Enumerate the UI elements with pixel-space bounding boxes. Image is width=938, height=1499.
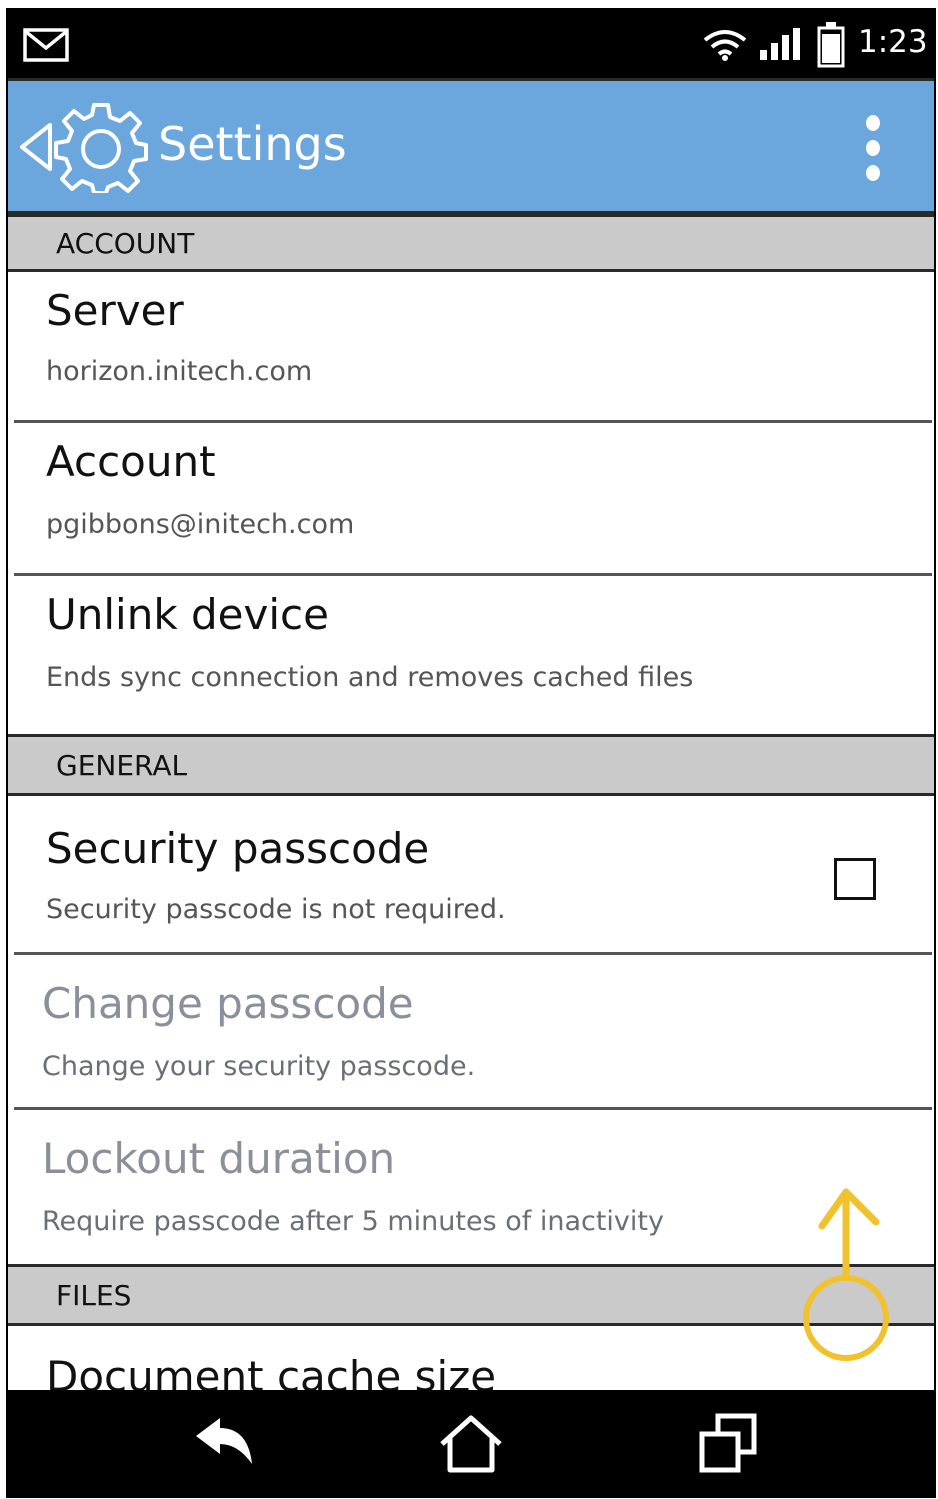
item-summary: horizon.initech.com (46, 356, 313, 387)
app-bar: Settings (8, 78, 934, 214)
gear-icon (54, 103, 148, 193)
navigation-bar (6, 1390, 936, 1498)
recents-icon[interactable] (694, 1412, 764, 1476)
status-time: 1:23 (858, 24, 928, 60)
settings-item-security-passcode[interactable]: Security passcode Security passcode is n… (8, 796, 934, 952)
settings-item-lockout-duration: Lockout duration Require passcode after … (8, 1110, 934, 1264)
mail-icon (23, 28, 69, 62)
settings-item-unlink-device[interactable]: Unlink device Ends sync connection and r… (8, 576, 934, 734)
section-header-account: ACCOUNT (8, 214, 934, 272)
overflow-menu-icon[interactable] (858, 113, 888, 183)
item-summary: Change your security passcode. (42, 1051, 476, 1082)
item-title: Lockout duration (42, 1134, 396, 1183)
item-title: Document cache size (46, 1352, 497, 1390)
status-bar: 1:23 (6, 8, 936, 78)
signal-icon (760, 28, 800, 60)
wifi-icon (703, 30, 747, 61)
section-header-label: GENERAL (56, 749, 188, 782)
item-title: Account (46, 437, 216, 486)
settings-item-change-passcode: Change passcode Change your security pas… (8, 955, 934, 1107)
item-summary: Security passcode is not required. (46, 894, 506, 925)
item-title: Security passcode (46, 824, 430, 873)
back-icon[interactable] (18, 121, 54, 173)
item-title: Server (46, 286, 184, 335)
settings-item-server[interactable]: Server horizon.initech.com (8, 272, 934, 420)
security-passcode-checkbox[interactable] (834, 858, 876, 900)
item-summary: Require passcode after 5 minutes of inac… (42, 1206, 664, 1237)
item-title: Change passcode (42, 979, 414, 1028)
section-header-label: ACCOUNT (56, 227, 195, 260)
settings-item-document-cache-size[interactable]: Document cache size (8, 1326, 934, 1390)
section-header-label: FILES (56, 1279, 132, 1312)
item-title: Unlink device (46, 590, 329, 639)
back-nav-icon[interactable] (190, 1412, 260, 1476)
settings-item-account[interactable]: Account pgibbons@initech.com (8, 423, 934, 573)
battery-icon (817, 22, 845, 68)
item-summary: pgibbons@initech.com (46, 509, 355, 540)
item-summary: Ends sync connection and removes cached … (46, 662, 694, 693)
settings-list: ACCOUNT Server horizon.initech.com Accou… (8, 214, 934, 1390)
phone-frame: 1:23 Settings ACCOUNT Server horizon.ini… (6, 8, 936, 1498)
home-icon[interactable] (436, 1412, 506, 1476)
section-header-files: FILES (8, 1264, 934, 1326)
app-title: Settings (158, 117, 347, 171)
section-header-general: GENERAL (8, 734, 934, 796)
